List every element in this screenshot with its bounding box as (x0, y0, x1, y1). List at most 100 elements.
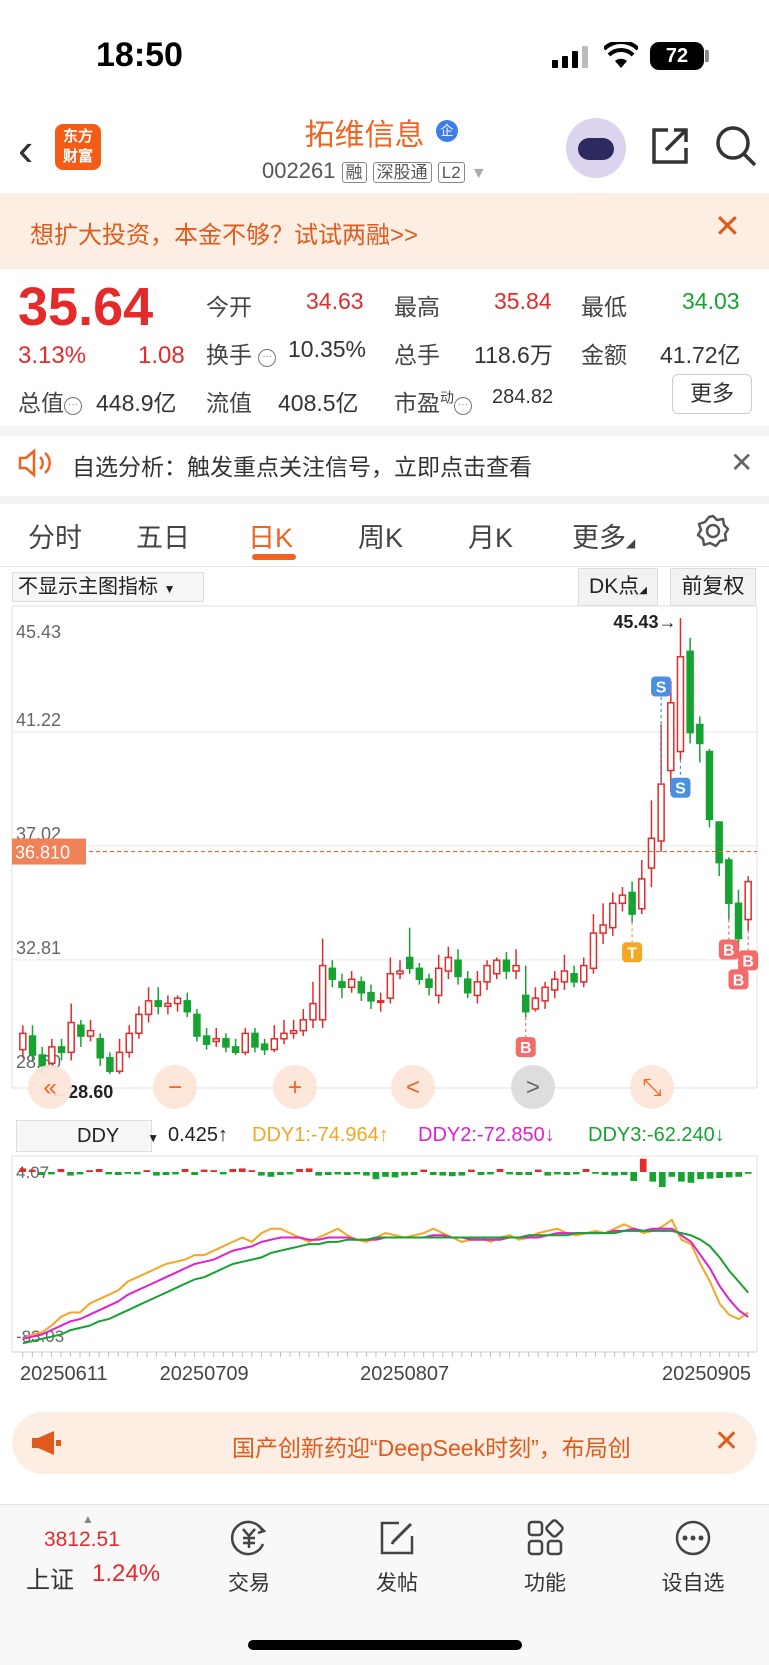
tab-intraday[interactable]: 分时 (28, 516, 82, 555)
home-indicator[interactable] (248, 1640, 522, 1650)
pe-sup: 动 (440, 389, 454, 406)
candle-body (531, 997, 540, 1010)
close-icon[interactable]: ✕ (714, 1424, 739, 1459)
sub-indicator-select[interactable]: DDY ▼ (16, 1120, 159, 1152)
ddy-histogram-bar (114, 1172, 122, 1175)
candle-body (309, 1002, 317, 1021)
nav-functions-label: 功能 (524, 1572, 566, 1595)
candle-body (202, 1035, 211, 1045)
info-icon[interactable]: ··· (454, 397, 472, 415)
wifi-icon (604, 42, 638, 68)
candle-body (338, 981, 346, 989)
candle-body (222, 1038, 230, 1048)
candle-body (492, 959, 501, 975)
adjust-button[interactable]: 前复权 (670, 568, 756, 606)
tab-more[interactable]: 更多◢ (572, 516, 635, 555)
tab-five-day[interactable]: 五日 (136, 516, 190, 555)
ddy-histogram-bar (258, 1172, 265, 1176)
nav-trade[interactable]: 交易 (204, 1518, 294, 1597)
index-percent[interactable]: 1.24% (92, 1560, 160, 1588)
chart-nav-button[interactable]: < (391, 1065, 435, 1109)
candle-body (570, 973, 578, 983)
chart-nav-button-glyph: ⤡ (642, 1074, 661, 1101)
gear-icon[interactable] (696, 514, 730, 548)
chart-nav-button[interactable]: ⤡ (630, 1065, 674, 1109)
ddy-histogram-bar (515, 1172, 523, 1175)
search-icon[interactable] (714, 124, 758, 168)
candle-body (270, 1038, 279, 1051)
ddy-histogram-bar (143, 1170, 151, 1172)
chart-nav-button-glyph: « (43, 1074, 56, 1101)
chart-nav-button[interactable]: > (511, 1065, 555, 1109)
ddy-histogram-bar (668, 1172, 676, 1177)
candle-body (173, 997, 182, 1005)
ticker-text[interactable]: 国产创新药迎“DeepSeek时刻”，布局创 (232, 1429, 692, 1463)
candle-body (241, 1032, 250, 1054)
info-icon[interactable]: ··· (258, 349, 277, 367)
chart-nav-button-glyph: + (288, 1074, 302, 1101)
candle-body (347, 978, 356, 989)
candle-body (231, 1046, 240, 1054)
active-tab-indicator (252, 554, 296, 560)
nav-functions[interactable]: 功能 (500, 1518, 590, 1597)
close-icon[interactable]: ✕ (730, 446, 753, 479)
chart-nav-button[interactable]: − (153, 1065, 197, 1109)
tab-weekly-k[interactable]: 周K (358, 516, 403, 555)
candle-body (483, 964, 491, 983)
close-icon[interactable]: ✕ (714, 210, 741, 242)
ddy-histogram-bar (305, 1168, 313, 1172)
chart-nav-button-glyph: < (406, 1074, 420, 1101)
ddy-value: 0.425↑ (168, 1124, 229, 1146)
candle-body (396, 970, 404, 975)
ddy-histogram-bar (363, 1172, 370, 1176)
candle-body (57, 1046, 66, 1054)
dk-point-button[interactable]: DK点◢ (578, 568, 658, 606)
ddy-histogram-bar (401, 1172, 408, 1176)
candlestick-chart[interactable]: 45.4341.2237.0232.8128.6036.81045.43→←28… (0, 604, 769, 1120)
connect-tag: 深股通 (372, 162, 432, 183)
candle-body (463, 978, 472, 994)
dk-label: DK点 (589, 575, 640, 598)
chart-frame (11, 605, 758, 1089)
candle-body (125, 1032, 133, 1054)
candle-body (96, 1038, 104, 1059)
chart-nav-button-glyph: > (526, 1074, 540, 1101)
tab-daily-k[interactable]: 日K (248, 516, 293, 555)
candle-body (38, 1054, 46, 1067)
info-icon[interactable]: ··· (64, 397, 82, 415)
chart-nav-button[interactable]: + (273, 1065, 317, 1109)
x-axis-label: 20250611 (20, 1363, 108, 1385)
candle-body (541, 986, 549, 1002)
alert-text[interactable]: 自选分析：触发重点关注信号，立即点击查看 (72, 448, 532, 482)
current-price: 35.64 (18, 277, 154, 337)
ddy-histogram-bar (382, 1172, 389, 1177)
chevron-down-icon[interactable]: ▼ (471, 165, 487, 182)
nav-post[interactable]: 发帖 (352, 1518, 442, 1597)
ddy-histogram-bar (534, 1169, 542, 1172)
stock-subinfo: 002261 融 深股通 L2 ▼ (262, 158, 487, 184)
candle-body (454, 959, 462, 978)
candle-body (705, 750, 714, 821)
volume-label: 总手 (394, 342, 440, 368)
low-value: 34.03 (682, 288, 740, 314)
candle-body (193, 1013, 201, 1037)
share-icon[interactable] (650, 126, 690, 166)
tab-monthly-k[interactable]: 月K (468, 516, 513, 555)
low-label: 最低 (581, 294, 627, 320)
index-value[interactable]: 3812.51 (44, 1528, 120, 1552)
stock-code: 002261 (262, 158, 336, 183)
ddy-chart[interactable]: 4.07-83.0320250611 20250709 20250807 202509… (0, 1154, 769, 1398)
index-name[interactable]: 上证 (26, 1560, 74, 1595)
change-percent: 3.13% (18, 342, 87, 369)
grid-icon (527, 1519, 564, 1556)
main-indicator-select[interactable]: 不显示主图指标 ▼ (12, 572, 204, 602)
candle-body (318, 964, 327, 1021)
ddy-histogram-bar (162, 1172, 170, 1175)
chart-nav-button[interactable]: « (28, 1065, 72, 1109)
promo-text[interactable]: 想扩大投资，本金不够？试试两融>> (30, 215, 418, 250)
ddy-histogram-bar (86, 1170, 93, 1172)
nav-watchlist[interactable]: 设自选 (648, 1518, 738, 1597)
candle-body (502, 959, 511, 972)
more-button[interactable]: 更多 (672, 374, 752, 414)
turnover-label: 换手 ··· (206, 336, 277, 370)
